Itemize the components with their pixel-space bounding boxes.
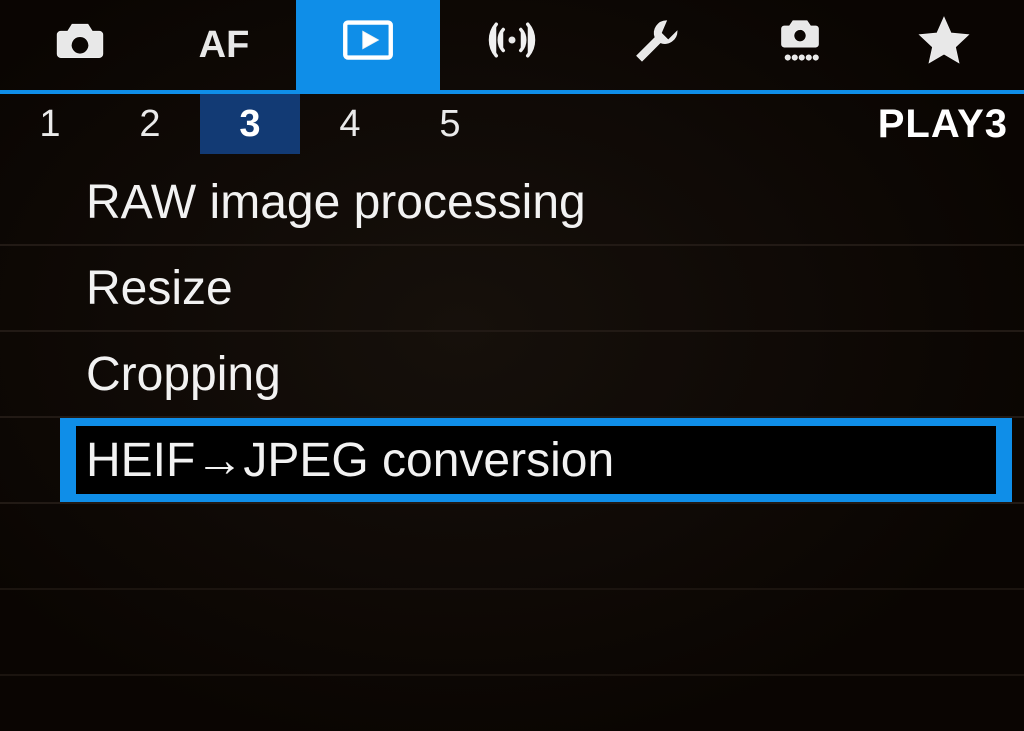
sub-tab-label: 1 — [39, 103, 60, 146]
main-tab-wireless[interactable] — [440, 0, 584, 90]
sub-tab-label: 5 — [439, 103, 460, 146]
af-label: AF — [199, 24, 250, 67]
sub-tab-label: 2 — [139, 103, 160, 146]
camera-icon — [52, 12, 108, 78]
playback-icon — [340, 12, 396, 78]
sub-tab-1[interactable]: 1 — [0, 94, 100, 154]
menu-item-highlight-box: HEIF→JPEG conversion — [76, 426, 996, 494]
menu-item-empty — [0, 676, 1024, 731]
wrench-icon — [628, 12, 684, 78]
sub-tab-3[interactable]: 3 — [200, 94, 300, 154]
sub-tab-4[interactable]: 4 — [300, 94, 400, 154]
camera-dots-icon — [772, 12, 828, 78]
star-icon — [916, 12, 972, 78]
section-label: PLAY3 — [878, 102, 1024, 147]
main-tab-playback[interactable] — [296, 0, 440, 90]
menu-item-cropping[interactable]: Cropping — [0, 332, 1024, 418]
sub-tab-2[interactable]: 2 — [100, 94, 200, 154]
wireless-icon — [484, 12, 540, 78]
menu-item-heif-jpeg[interactable]: HEIF→JPEG conversion — [0, 418, 1024, 504]
menu-item-label: RAW image processing — [86, 175, 586, 230]
menu-item-label: Resize — [86, 261, 233, 316]
menu-item-empty — [0, 590, 1024, 676]
main-tab-mymenu[interactable] — [872, 0, 1016, 90]
main-tab-shoot[interactable] — [8, 0, 152, 90]
sub-tab-bar: 1 2 3 4 5 PLAY3 — [0, 94, 1024, 154]
camera-menu-screen: AF — [0, 0, 1024, 731]
sub-tab-label: 4 — [339, 103, 360, 146]
menu-item-raw-processing[interactable]: RAW image processing — [0, 160, 1024, 246]
main-tab-bar: AF — [0, 0, 1024, 94]
menu-list: RAW image processing Resize Cropping HEI… — [0, 160, 1024, 731]
main-tab-af[interactable]: AF — [152, 0, 296, 90]
menu-item-resize[interactable]: Resize — [0, 246, 1024, 332]
sub-tab-5[interactable]: 5 — [400, 94, 500, 154]
menu-item-label: Cropping — [86, 347, 281, 402]
main-tab-setup[interactable] — [584, 0, 728, 90]
main-tab-custom[interactable] — [728, 0, 872, 90]
menu-item-label: HEIF→JPEG conversion — [86, 433, 614, 488]
menu-item-empty — [0, 504, 1024, 590]
sub-tab-label: 3 — [239, 103, 260, 146]
